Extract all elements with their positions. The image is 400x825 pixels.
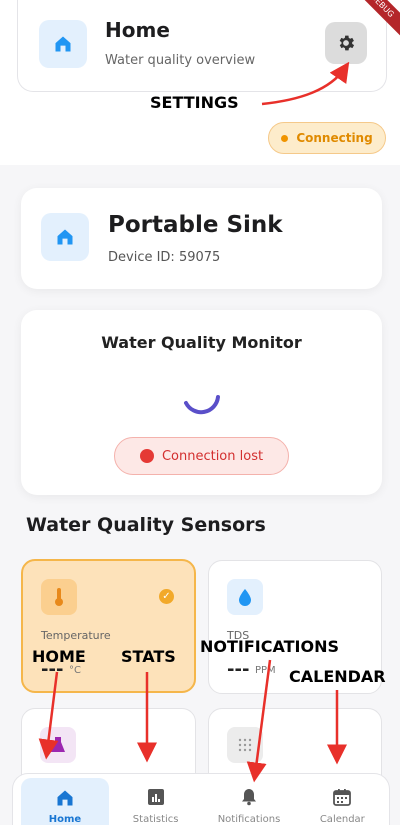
- nav-item-calendar[interactable]: Calendar: [296, 774, 389, 825]
- thermometer-icon: [41, 579, 77, 615]
- connection-lost-badge: Connection lost: [114, 437, 289, 475]
- nav-label: Statistics: [132, 814, 179, 825]
- header-card: Home Water quality overview: [17, 0, 387, 92]
- nav-label: Notifications: [217, 814, 281, 825]
- device-name: Portable Sink: [108, 212, 283, 238]
- sensor-card-temperature[interactable]: ✓ Temperature --- °C: [21, 559, 196, 693]
- home-annotation: HOME: [32, 647, 86, 666]
- home-icon: [41, 213, 89, 261]
- home-icon: [57, 790, 73, 806]
- nav-item-notifications[interactable]: Notifications: [202, 774, 295, 825]
- calendar-annotation: CALENDAR: [289, 667, 386, 686]
- loading-spinner-icon: [184, 395, 220, 415]
- stats-annotation: STATS: [121, 647, 176, 666]
- connection-status-badge: Connecting: [268, 122, 386, 154]
- connection-lost-label: Connection lost: [161, 448, 264, 464]
- flask-icon: [40, 727, 76, 763]
- sensor-value: ---: [227, 659, 250, 680]
- settings-annotation: SETTINGS: [150, 93, 239, 112]
- calendar-icon: [333, 789, 352, 806]
- monitor-title: Water Quality Monitor: [101, 333, 302, 352]
- water-quality-monitor-card: Water Quality Monitor Connection lost: [21, 310, 382, 495]
- nav-label: Home: [48, 814, 82, 825]
- sensor-label: Temperature: [41, 629, 111, 642]
- sensor-unit: °C: [69, 665, 81, 676]
- page-title: Home: [105, 18, 170, 42]
- device-card[interactable]: Portable Sink Device ID: 59075: [21, 188, 382, 289]
- sensor-unit: PPM: [255, 665, 276, 676]
- device-id: Device ID: 59075: [108, 250, 221, 265]
- sensors-section-title: Water Quality Sensors: [26, 514, 266, 536]
- bar-chart-icon: [147, 789, 164, 805]
- settings-button[interactable]: [325, 22, 367, 64]
- water-drop-icon: [227, 579, 263, 615]
- bell-icon: [241, 789, 256, 806]
- nav-label: Calendar: [319, 814, 365, 825]
- notifications-annotation: NOTIFICATIONS: [200, 637, 340, 656]
- status-label: Connecting: [296, 131, 373, 145]
- grid-dots-icon: [227, 727, 263, 763]
- nav-item-statistics[interactable]: Statistics: [109, 774, 202, 825]
- nav-item-home[interactable]: Home: [21, 778, 109, 825]
- check-icon: ✓: [159, 589, 174, 604]
- status-dot: [281, 134, 289, 142]
- page-subtitle: Water quality overview: [105, 53, 256, 68]
- home-icon: [39, 20, 87, 68]
- gear-icon: [339, 35, 355, 51]
- error-dot-icon: [139, 449, 154, 463]
- bottom-navigation: Home Statistics Notifications Calendar: [12, 773, 390, 825]
